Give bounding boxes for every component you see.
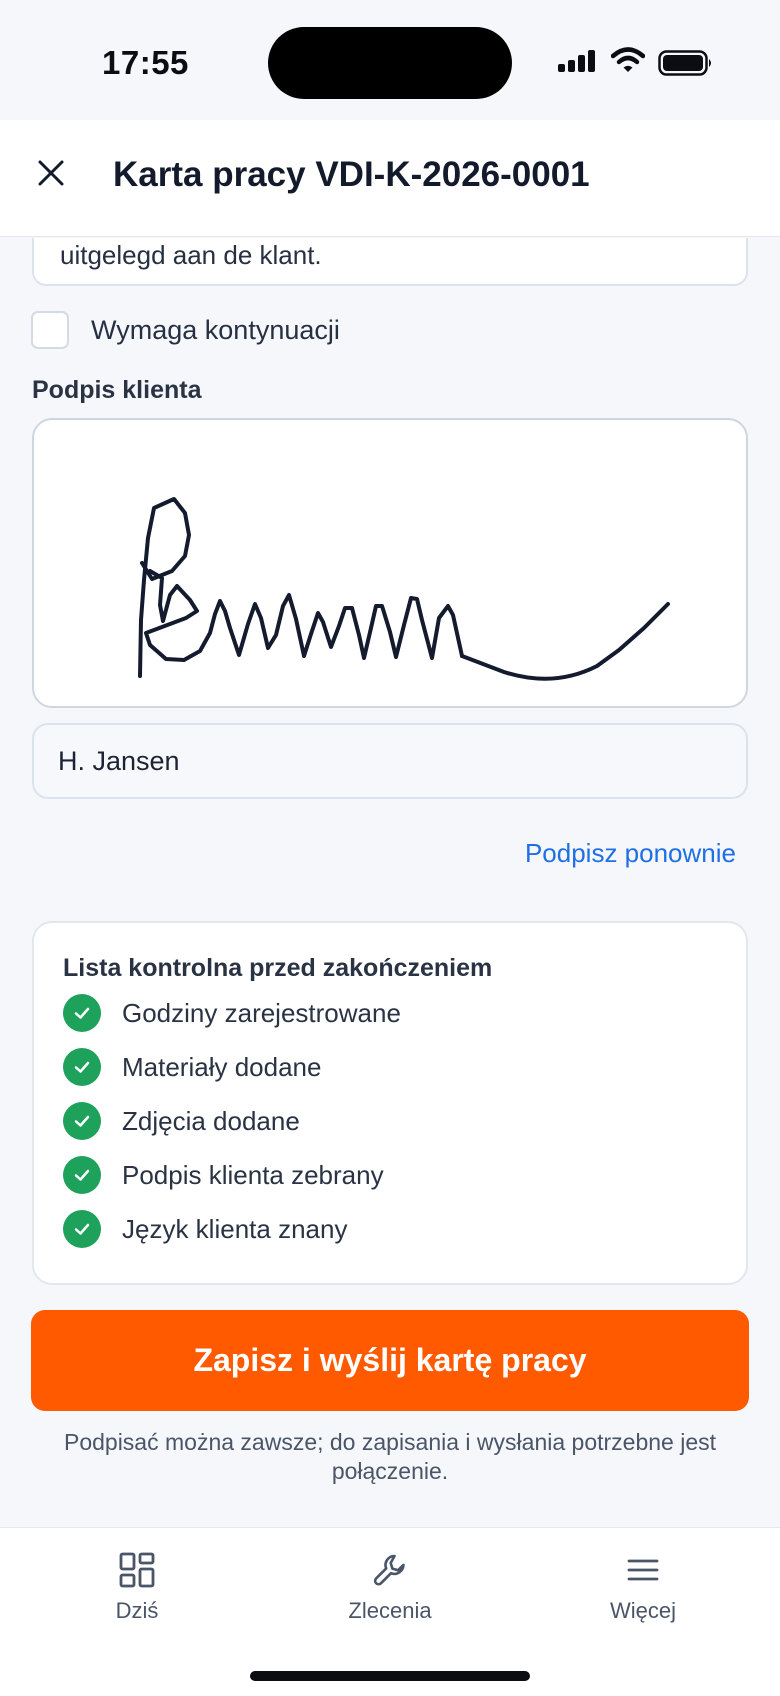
follow-up-checkbox-row[interactable]: Wymaga kontynuacji — [31, 310, 340, 350]
checklist-item-hours: Godziny zarejestrowane — [63, 993, 401, 1033]
checklist-item-language: Język klienta znany — [63, 1209, 347, 1249]
checkmark-icon — [74, 1169, 90, 1181]
tab-label: Więcej — [609, 1598, 676, 1623]
checkmark-icon — [74, 1007, 90, 1019]
checklist-item-label: Język klienta znany — [122, 1213, 348, 1244]
checklist-item-materials: Materiały dodane — [63, 1047, 321, 1087]
check-circle-icon — [63, 1156, 101, 1194]
battery-icon — [658, 50, 711, 76]
wrench-icon — [373, 1554, 405, 1586]
resign-link[interactable]: Podpisz ponownie — [525, 838, 736, 869]
notes-textarea[interactable]: uitgelegd aan de klant. — [32, 238, 748, 286]
menu-icon — [627, 1559, 659, 1581]
dynamic-island — [268, 27, 512, 99]
checklist-item-label: Podpis klienta zebrany — [122, 1159, 384, 1190]
wifi-icon — [611, 47, 645, 72]
page-title: Karta pracy VDI-K-2026-0001 — [113, 155, 590, 194]
grid-icon — [119, 1552, 155, 1588]
checkmark-icon — [74, 1223, 90, 1235]
close-icon — [38, 160, 64, 186]
signer-name-input[interactable] — [32, 723, 748, 799]
checkmark-icon — [74, 1061, 90, 1073]
follow-up-label: Wymaga kontynuacji — [91, 314, 340, 345]
close-button[interactable] — [28, 150, 74, 196]
tab-label: Zlecenia — [348, 1598, 432, 1623]
signature-label: Podpis klienta — [32, 376, 202, 404]
signature-pad[interactable] — [32, 418, 748, 708]
tab-label: Dziś — [115, 1598, 159, 1623]
checklist-item-signature: Podpis klienta zebrany — [63, 1155, 384, 1195]
tab-orders[interactable]: Zlecenia — [310, 1552, 470, 1624]
checklist-title: Lista kontrolna przed zakończeniem — [63, 954, 493, 982]
signal-icon — [558, 50, 595, 72]
checklist-item-label: Materiały dodane — [122, 1051, 322, 1082]
pre-completion-checklist: Lista kontrolna przed zakończeniem Godzi… — [32, 921, 748, 1285]
work-card-form[interactable]: uitgelegd aan de klant. Wymaga kontynuac… — [0, 238, 780, 1527]
status-bar: 17:55 — [0, 0, 780, 120]
customer-signature — [138, 497, 670, 681]
follow-up-checkbox[interactable] — [31, 311, 69, 349]
home-indicator[interactable] — [250, 1671, 530, 1681]
checklist-item-label: Zdjęcia dodane — [122, 1105, 300, 1136]
save-and-send-button[interactable]: Zapisz i wyślij kartę pracy — [31, 1310, 749, 1411]
checklist-item-photos: Zdjęcia dodane — [63, 1101, 300, 1141]
tab-today[interactable]: Dziś — [57, 1552, 217, 1624]
checklist-item-label: Godziny zarejestrowane — [122, 997, 401, 1028]
checkmark-icon — [74, 1115, 90, 1127]
notes-text: uitgelegd aan de klant. — [60, 240, 322, 270]
check-circle-icon — [63, 994, 101, 1032]
check-circle-icon — [63, 1210, 101, 1248]
connection-hint: Podpisać można zawsze; do zapisania i wy… — [63, 1429, 717, 1484]
check-circle-icon — [63, 1102, 101, 1140]
tab-more[interactable]: Więcej — [563, 1552, 723, 1624]
check-circle-icon — [63, 1048, 101, 1086]
status-time: 17:55 — [102, 44, 189, 81]
